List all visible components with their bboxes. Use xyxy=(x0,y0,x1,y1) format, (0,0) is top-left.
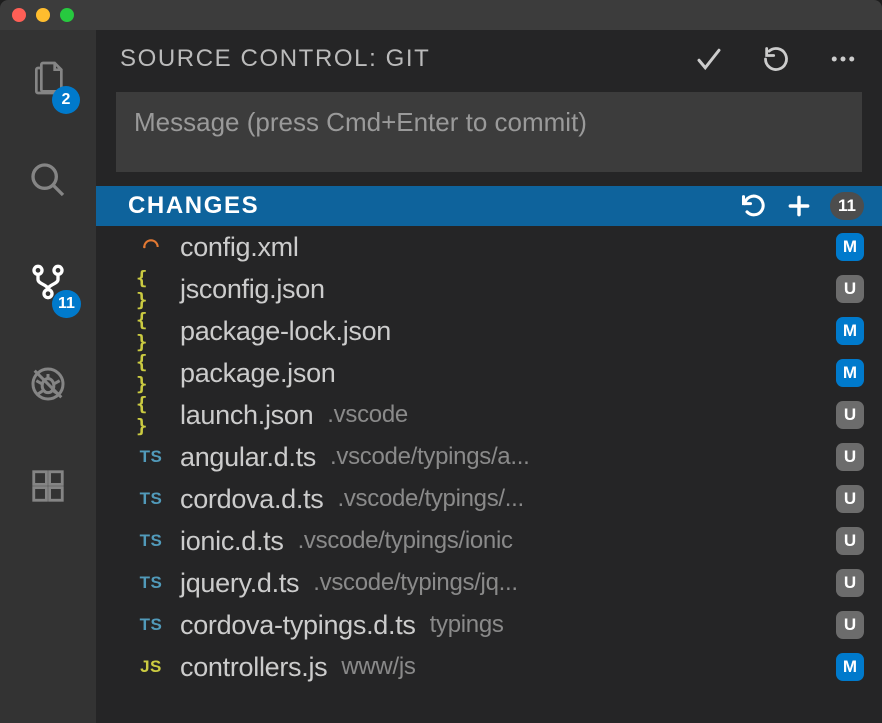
changes-title: CHANGES xyxy=(128,192,728,220)
js-file-icon: JS xyxy=(136,657,166,677)
file-name: jquery.d.ts xyxy=(180,568,299,599)
file-row[interactable]: TS cordova-typings.d.ts typings U xyxy=(96,604,882,646)
file-row[interactable]: { } package-lock.json M xyxy=(96,310,882,352)
file-path: .vscode/typings/ionic xyxy=(298,527,822,555)
file-row[interactable]: TS angular.d.ts .vscode/typings/a... U xyxy=(96,436,882,478)
file-status-badge: U xyxy=(836,527,864,555)
file-status-badge: M xyxy=(836,359,864,387)
file-name: cordova.d.ts xyxy=(180,484,323,515)
file-name: ionic.d.ts xyxy=(180,526,284,557)
file-name: package-lock.json xyxy=(180,316,391,347)
activity-extensions[interactable] xyxy=(0,458,96,514)
file-status-badge: U xyxy=(836,443,864,471)
panel-title: SOURCE CONTROL: GIT xyxy=(120,45,664,73)
ts-file-icon: TS xyxy=(136,489,166,509)
changes-count: 11 xyxy=(830,192,864,220)
file-name: cordova-typings.d.ts xyxy=(180,610,416,641)
main-area: 2 11 xyxy=(0,30,882,723)
stage-all-icon[interactable] xyxy=(786,193,812,219)
file-status-badge: U xyxy=(836,569,864,597)
file-row[interactable]: JS controllers.js www/js M xyxy=(96,646,882,688)
file-row[interactable]: TS cordova.d.ts .vscode/typings/... U xyxy=(96,478,882,520)
json-file-icon: { } xyxy=(136,267,166,311)
scm-badge: 11 xyxy=(52,290,81,318)
file-status-badge: M xyxy=(836,233,864,261)
commit-icon[interactable] xyxy=(694,44,724,74)
file-path: .vscode/typings/jq... xyxy=(313,569,822,597)
changes-header[interactable]: CHANGES 11 xyxy=(96,186,882,226)
file-status-badge: U xyxy=(836,401,864,429)
window-minimize-button[interactable] xyxy=(36,8,50,22)
file-status-badge: U xyxy=(836,485,864,513)
json-file-icon: { } xyxy=(136,309,166,353)
file-row[interactable]: { } launch.json .vscode U xyxy=(96,394,882,436)
file-name: config.xml xyxy=(180,232,299,263)
file-status-badge: M xyxy=(836,317,864,345)
file-name: angular.d.ts xyxy=(180,442,316,473)
more-actions-icon[interactable] xyxy=(828,44,858,74)
file-list: config.xml M { } jsconfig.json U { } package-l… xyxy=(96,226,882,723)
file-name: launch.json xyxy=(180,400,313,431)
file-path: .vscode/typings/a... xyxy=(330,443,822,471)
activity-bar: 2 11 xyxy=(0,30,96,723)
file-status-badge: M xyxy=(836,653,864,681)
file-row[interactable]: { } package.json M xyxy=(96,352,882,394)
file-path: typings xyxy=(430,611,822,639)
activity-debug[interactable] xyxy=(0,356,96,412)
ts-file-icon: TS xyxy=(136,531,166,551)
debug-icon xyxy=(28,364,68,404)
file-path: www/js xyxy=(341,653,822,681)
panel-header: SOURCE CONTROL: GIT xyxy=(96,30,882,84)
json-file-icon: { } xyxy=(136,351,166,395)
ts-file-icon: TS xyxy=(136,573,166,593)
file-status-badge: U xyxy=(836,275,864,303)
file-name: controllers.js xyxy=(180,652,327,683)
window-close-button[interactable] xyxy=(12,8,26,22)
file-path: .vscode xyxy=(327,401,822,429)
source-control-panel: SOURCE CONTROL: GIT xyxy=(96,30,882,723)
title-bar xyxy=(0,0,882,30)
activity-explorer[interactable]: 2 xyxy=(0,50,96,106)
commit-message-input[interactable]: Message (press Cmd+Enter to commit) xyxy=(116,92,862,172)
search-icon xyxy=(28,160,68,200)
file-row[interactable]: { } jsconfig.json U xyxy=(96,268,882,310)
file-row[interactable]: TS ionic.d.ts .vscode/typings/ionic U xyxy=(96,520,882,562)
refresh-icon[interactable] xyxy=(762,45,790,73)
file-name: package.json xyxy=(180,358,336,389)
file-row[interactable]: config.xml M xyxy=(96,226,882,268)
ts-file-icon: TS xyxy=(136,615,166,635)
activity-search[interactable] xyxy=(0,152,96,208)
file-path: .vscode/typings/... xyxy=(337,485,822,513)
xml-file-icon xyxy=(136,237,166,257)
window-zoom-button[interactable] xyxy=(60,8,74,22)
json-file-icon: { } xyxy=(136,393,166,437)
file-row[interactable]: TS jquery.d.ts .vscode/typings/jq... U xyxy=(96,562,882,604)
discard-all-icon[interactable] xyxy=(740,192,768,220)
ts-file-icon: TS xyxy=(136,447,166,467)
file-name: jsconfig.json xyxy=(180,274,325,305)
explorer-badge: 2 xyxy=(52,86,80,114)
activity-source-control[interactable]: 11 xyxy=(0,254,96,310)
file-status-badge: U xyxy=(836,611,864,639)
extensions-icon xyxy=(28,466,68,506)
